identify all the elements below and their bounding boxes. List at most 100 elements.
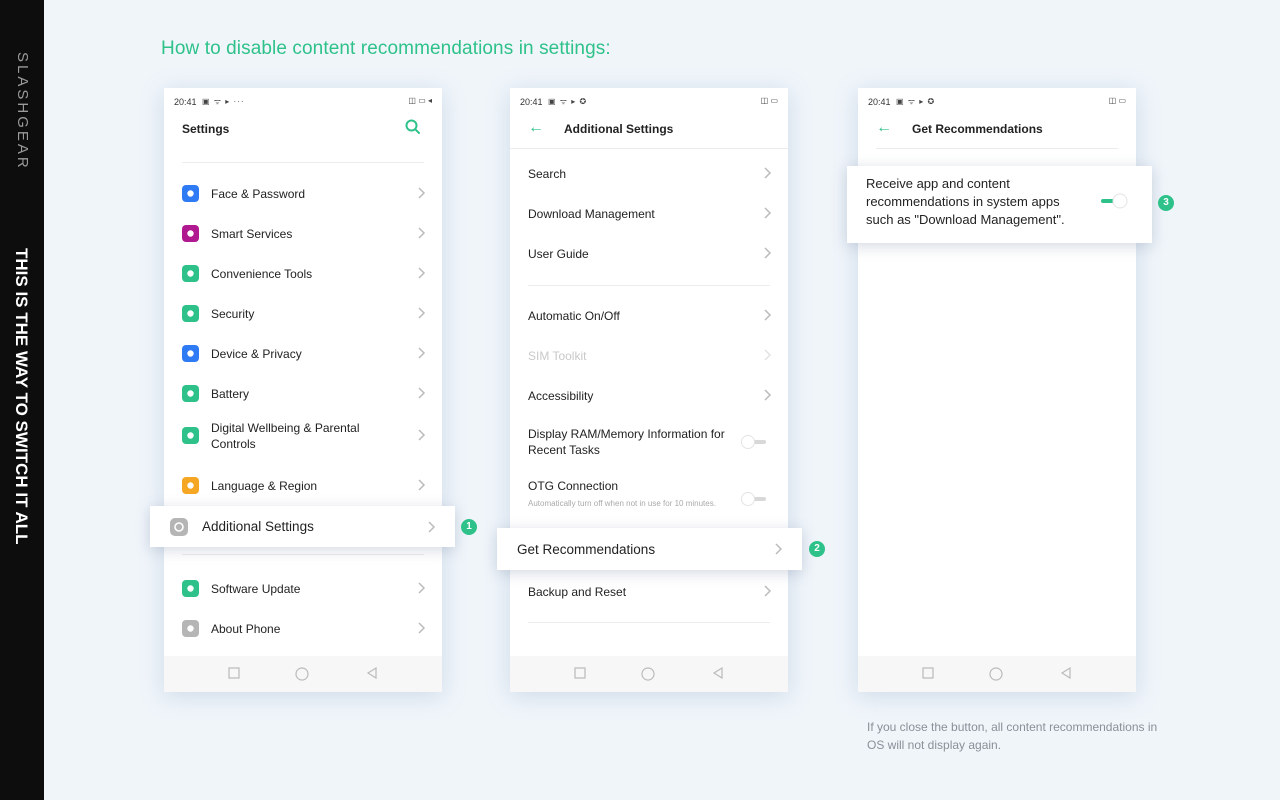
tools-icon — [182, 265, 199, 282]
list-item-label: Smart Services — [211, 227, 293, 241]
phone-settings: 20:41 ▣ ᯤ ▸ ··· ◫ ▭ ◂ Settings Face & Pa… — [164, 88, 442, 692]
sidebar-item-language[interactable]: Language & Region — [164, 466, 442, 506]
list-item-label: Software Update — [211, 582, 301, 596]
sidebar-item-tools[interactable]: Convenience Tools — [164, 254, 442, 294]
list-item-label: About Phone — [211, 622, 281, 636]
list-item-label: Battery — [211, 387, 250, 401]
additional-settings-label: Additional Settings — [202, 519, 314, 534]
nav-recent-icon[interactable] — [574, 667, 586, 679]
sidebar-item-battery[interactable]: Battery — [164, 374, 442, 414]
page-title: Settings — [182, 122, 230, 136]
list-item-download-management[interactable]: Download Management — [510, 194, 788, 234]
receive-line-3: such as "Download Management". — [866, 212, 1065, 227]
list-item-label: Convenience Tools — [211, 267, 313, 281]
dot-icon — [182, 225, 199, 242]
ram-toggle[interactable] — [740, 435, 768, 449]
sidebar-item-privacy[interactable]: Device & Privacy — [164, 334, 442, 374]
back-arrow-icon[interactable]: ← — [528, 119, 544, 137]
page-title: Additional Settings — [564, 122, 674, 136]
divider — [876, 148, 1118, 149]
receive-line-1: Receive app and content — [866, 176, 1010, 191]
list-item-label: SIM Toolkit — [528, 349, 587, 363]
sidebar-item-shield[interactable]: Security — [164, 294, 442, 334]
language-icon — [182, 477, 199, 494]
step-badge-1: 1 — [461, 519, 477, 535]
chevron-right-icon — [764, 309, 772, 321]
nav-home-icon[interactable] — [641, 667, 655, 681]
list-item-label: User Guide — [528, 247, 589, 261]
nav-back-icon[interactable] — [366, 667, 378, 679]
nav-home-icon[interactable] — [295, 667, 309, 681]
list-item-label: Security — [211, 307, 255, 321]
status-time: 20:41 — [868, 97, 891, 107]
chevron-right-icon — [775, 543, 783, 555]
wellbeing-icon — [182, 427, 199, 444]
list-item-otg-connection[interactable]: OTG Connection — [510, 476, 788, 506]
list-item-sim-toolkit: SIM Toolkit — [510, 336, 788, 376]
nav-recent-icon[interactable] — [922, 667, 934, 679]
chevron-right-icon — [418, 347, 426, 359]
chevron-right-icon — [418, 267, 426, 279]
sidebar-item-info[interactable]: About Phone — [164, 609, 442, 649]
status-battery-icons: ◫ ▭ — [1108, 96, 1126, 105]
status-icons: ▣ ᯤ ▸ ✪ — [548, 97, 588, 106]
gear-icon — [170, 518, 188, 536]
sidebar-item-dot[interactable]: Smart Services — [164, 214, 442, 254]
list-item-label: Digital Wellbeing & Parental Controls — [211, 421, 360, 451]
info-icon — [182, 620, 199, 637]
chevron-right-icon — [764, 207, 772, 219]
brand-logo: SLASHGEAR — [14, 52, 31, 171]
status-time: 20:41 — [520, 97, 543, 107]
chevron-right-icon — [764, 167, 772, 179]
nav-back-icon[interactable] — [1060, 667, 1072, 679]
nav-home-icon[interactable] — [989, 667, 1003, 681]
get-recommendations-label: Get Recommendations — [517, 542, 656, 557]
divider — [528, 285, 770, 286]
otg-toggle[interactable] — [740, 492, 768, 506]
search-icon[interactable] — [404, 118, 422, 136]
otg-sub-text: Automatically turn off when not in use f… — [528, 499, 716, 508]
chevron-right-icon — [764, 389, 772, 401]
list-item-label: Language & Region — [211, 479, 318, 493]
additional-settings-callout[interactable]: Additional Settings — [150, 506, 455, 547]
chevron-right-icon — [418, 582, 426, 594]
status-time: 20:41 — [174, 97, 197, 107]
list-item-search[interactable]: Search — [510, 154, 788, 194]
list-item-user-guide[interactable]: User Guide — [510, 234, 788, 274]
update-icon — [182, 580, 199, 597]
back-arrow-icon[interactable]: ← — [876, 119, 892, 137]
battery-icon — [182, 385, 199, 402]
list-item-automatic-on-off[interactable]: Automatic On/Off — [510, 296, 788, 336]
user-icon — [182, 185, 199, 202]
tagline-text: THIS IS THE WAY TO SWITCH IT ALL OFF — [12, 248, 31, 548]
step-badge-2: 2 — [809, 541, 825, 557]
nav-recent-icon[interactable] — [228, 667, 240, 679]
list-item-label: Face & Password — [211, 187, 306, 201]
recommendations-toggle[interactable] — [1099, 193, 1129, 209]
list-item-label: Search — [528, 167, 567, 181]
list-item-label: Device & Privacy — [211, 347, 302, 361]
page-title: Get Recommendations — [912, 122, 1043, 136]
chevron-right-icon — [428, 521, 436, 533]
receive-line-2: recommendations in system apps — [866, 194, 1060, 209]
receive-recommendations-callout: Receive app and content recommendations … — [847, 166, 1152, 243]
app-header: Settings — [164, 116, 442, 148]
nav-back-icon[interactable] — [712, 667, 724, 679]
list-item-display-ram[interactable]: Display RAM/Memory Information for Recen… — [510, 422, 788, 462]
divider — [510, 148, 788, 149]
phone-additional-settings: 20:41 ▣ ᯤ ▸ ✪ ◫ ▭ ← Additional Settings … — [510, 88, 788, 692]
nav-bar — [858, 656, 1136, 692]
sidebar-item-user[interactable]: Face & Password — [164, 174, 442, 214]
sidebar-item-wellbeing[interactable]: Digital Wellbeing & Parental Controls — [164, 414, 442, 458]
chevron-right-icon — [418, 387, 426, 399]
shield-icon — [182, 305, 199, 322]
status-icons: ▣ ᯤ ▸ ··· — [202, 97, 245, 106]
nav-bar — [164, 656, 442, 692]
chevron-right-icon — [418, 307, 426, 319]
list-item-accessibility[interactable]: Accessibility — [510, 376, 788, 416]
tagline-label: THIS IS THE WAY TO SWITCH IT ALL OFF — [12, 248, 31, 548]
get-recommendations-callout[interactable]: Get Recommendations — [497, 528, 802, 570]
sidebar-item-update[interactable]: Software Update — [164, 569, 442, 609]
list-item-backup-reset[interactable]: Backup and Reset — [510, 572, 788, 612]
divider — [528, 622, 770, 623]
